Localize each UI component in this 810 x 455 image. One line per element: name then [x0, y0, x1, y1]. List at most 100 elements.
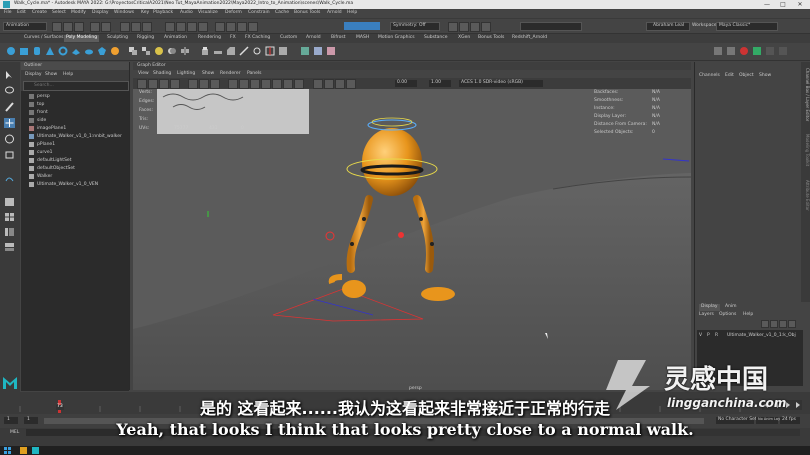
bevel-icon[interactable]	[226, 46, 236, 56]
move-tool-icon[interactable]	[4, 118, 15, 128]
viewport-menu-show[interactable]: Show	[202, 71, 214, 77]
hypershade-shelf-icon[interactable]	[739, 46, 749, 56]
layer-tab-anim[interactable]: Anim	[725, 304, 737, 310]
select-by-handle-icon[interactable]	[165, 22, 175, 32]
fill-hole-icon[interactable]	[278, 46, 288, 56]
planar-map-icon[interactable]	[313, 46, 323, 56]
extrude-icon[interactable]	[200, 46, 210, 56]
menu-deform[interactable]: Deform	[225, 10, 242, 16]
poly-plane-icon[interactable]	[71, 46, 81, 56]
side-tab-channel-box[interactable]: Channel Box / Layer Editor	[802, 68, 810, 128]
shelf-tab-xgen[interactable]: XGen	[458, 35, 470, 41]
layer-menu-layers[interactable]: Layers	[699, 312, 714, 318]
shadows-icon[interactable]	[272, 79, 282, 89]
single-perspective-layout-icon[interactable]	[4, 197, 15, 207]
xray-icon[interactable]	[324, 79, 334, 89]
edge-loop-icon[interactable]	[265, 46, 275, 56]
snap-curve-icon[interactable]	[226, 22, 236, 32]
layer-move-down-icon[interactable]	[770, 320, 778, 328]
layer-menu-options[interactable]: Options	[719, 312, 736, 318]
undo-icon[interactable]	[90, 22, 100, 32]
select-component-icon[interactable]	[142, 22, 152, 32]
viewport-menu-lighting[interactable]: Lighting	[177, 71, 195, 77]
outliner-search-box[interactable]: Search...	[23, 81, 129, 91]
foot-control-dot[interactable]	[398, 232, 404, 238]
poly-disc-icon[interactable]	[84, 46, 94, 56]
shelf-tab-redshift-arnold[interactable]: Redshift_Arnold	[512, 35, 547, 41]
smooth-icon[interactable]	[154, 46, 164, 56]
isolate-select-icon[interactable]	[313, 79, 323, 89]
select-hierarchy-icon[interactable]	[120, 22, 130, 32]
lights-icon[interactable]	[261, 79, 271, 89]
film-gate-icon[interactable]	[199, 79, 209, 89]
auto-uv-icon[interactable]	[326, 46, 336, 56]
separate-icon[interactable]	[141, 46, 151, 56]
camera-select-icon[interactable]	[137, 79, 147, 89]
new-layer-icon[interactable]	[779, 320, 787, 328]
paint-select-icon[interactable]	[4, 102, 15, 112]
channel-menu-channels[interactable]: Channels	[699, 73, 720, 79]
menu-modify[interactable]: Modify	[71, 10, 86, 16]
bookmark-icon[interactable]	[159, 79, 169, 89]
wireframe-icon[interactable]	[228, 79, 238, 89]
layer-tab-display[interactable]: Display	[699, 304, 720, 311]
shelf-tab-motion-graphics[interactable]: Motion Graphics	[378, 35, 415, 41]
select-by-surface-icon[interactable]	[198, 22, 208, 32]
menu-constrain[interactable]: Constrain	[248, 10, 270, 16]
shelf-tab-rendering[interactable]: Rendering	[198, 35, 221, 41]
new-layer-selected-icon[interactable]	[788, 320, 796, 328]
lasso-tool-icon[interactable]	[4, 86, 15, 96]
outliner-menu-display[interactable]: Display	[25, 72, 42, 78]
mirror-icon[interactable]	[180, 46, 190, 56]
uv-editor-icon[interactable]	[300, 46, 310, 56]
channel-menu-object[interactable]: Object	[739, 73, 754, 79]
user-dropdown[interactable]: Abraham Leal	[646, 22, 690, 31]
menu-bonus-tools[interactable]: Bonus Tools	[294, 10, 320, 16]
python-script-icon[interactable]	[765, 46, 775, 56]
render-settings-icon[interactable]	[470, 22, 480, 32]
snap-point-icon[interactable]	[237, 22, 247, 32]
dope-sheet-icon[interactable]	[726, 46, 736, 56]
poly-torus-icon[interactable]	[58, 46, 68, 56]
textured-icon[interactable]	[250, 79, 260, 89]
side-tab-attribute-editor[interactable]: Attribute Editor	[802, 180, 810, 220]
shelf-tab-substance[interactable]: Substance	[424, 35, 448, 41]
xray-components-icon[interactable]	[346, 79, 356, 89]
persp-graph-layout-icon[interactable]	[4, 242, 15, 252]
menu-select[interactable]: Select	[52, 10, 66, 16]
open-scene-icon[interactable]	[63, 22, 73, 32]
ipr-render-icon[interactable]	[459, 22, 469, 32]
menu-key[interactable]: Key	[141, 10, 149, 16]
shelf-tab-animation[interactable]: Animation	[164, 35, 187, 41]
last-tool-icon[interactable]	[4, 174, 15, 184]
shelf-tab-bonus-tools[interactable]: Bonus Tools	[478, 35, 504, 41]
redo-icon[interactable]	[101, 22, 111, 32]
mel-script-icon[interactable]	[778, 46, 788, 56]
layer-row[interactable]: V P R Ultimate_Walker_v1_0_1:k_Obj	[697, 332, 803, 340]
graph-editor-icon[interactable]	[713, 46, 723, 56]
super-shape-icon[interactable]	[110, 46, 120, 56]
snap-grid-icon[interactable]	[215, 22, 225, 32]
shelf-tab-bifrost[interactable]: Bifrost	[331, 35, 346, 41]
menu-audio[interactable]: Audio	[180, 10, 193, 16]
close-button[interactable]: ✕	[793, 1, 807, 8]
camera-attributes-icon[interactable]	[148, 79, 158, 89]
minimize-button[interactable]: —	[760, 1, 774, 8]
layer-visibility-toggle[interactable]: V	[699, 333, 702, 339]
maya-taskbar-icon[interactable]	[32, 447, 39, 454]
shelf-tab-rigging[interactable]: Rigging	[137, 35, 154, 41]
viewport-panel[interactable]: Graph Editor View Shading Lighting Show …	[133, 62, 691, 390]
menu-arnold[interactable]: Arnold	[327, 10, 342, 16]
select-object-icon[interactable]	[131, 22, 141, 32]
shelf-tab-custom[interactable]: Custom	[280, 35, 297, 41]
menu-display[interactable]: Display	[92, 10, 109, 16]
save-scene-icon[interactable]	[74, 22, 84, 32]
persp-outliner-layout-icon[interactable]	[4, 227, 15, 237]
render-icon[interactable]	[448, 22, 458, 32]
poly-cylinder-icon[interactable]	[32, 46, 42, 56]
new-scene-icon[interactable]	[52, 22, 62, 32]
outliner-menu-help[interactable]: Help	[63, 72, 73, 78]
shelf-tab-arnold[interactable]: Arnold	[306, 35, 321, 41]
image-plane-icon[interactable]	[170, 79, 180, 89]
viewport-menu-renderer[interactable]: Renderer	[220, 71, 241, 77]
